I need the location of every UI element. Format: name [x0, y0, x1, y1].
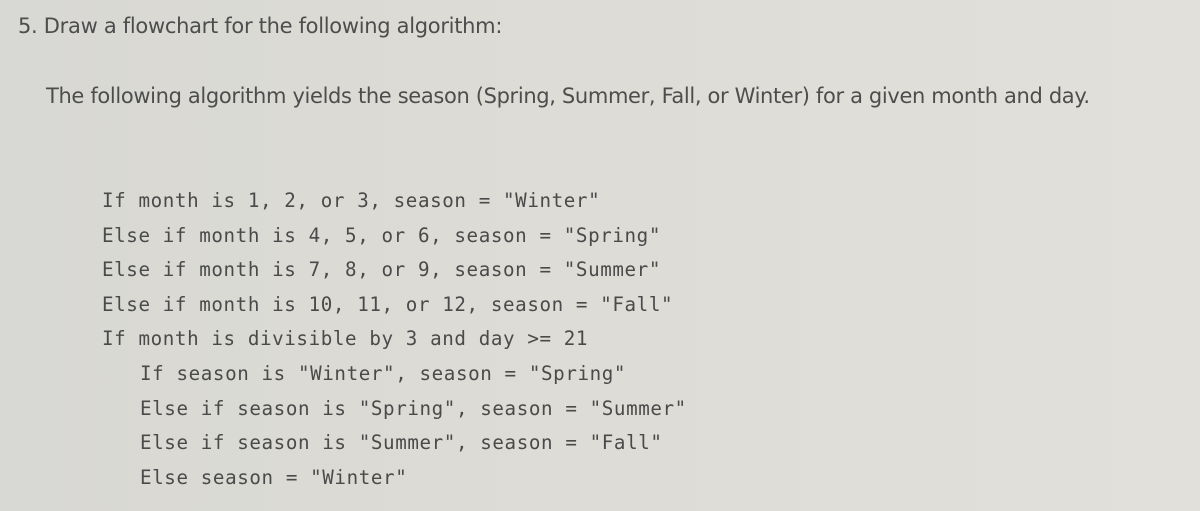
- algorithm-line-nested: If season is "Winter", season = "Spring": [140, 361, 627, 385]
- question-intro: The following algorithm yields the seaso…: [46, 84, 1090, 108]
- algorithm-line: If month is 1, 2, or 3, season = "Winter…: [102, 189, 601, 212]
- algorithm-line: Else if month is 4, 5, or 6, season = "S…: [102, 223, 661, 247]
- algorithm-line-nested: Else if season is "Spring", season = "Su…: [140, 396, 687, 420]
- algorithm-line-nested: Else season = "Winter": [140, 465, 408, 489]
- question-heading: 5. Draw a flowchart for the following al…: [18, 14, 503, 38]
- algorithm-line: Else if month is 7, 8, or 9, season = "S…: [102, 258, 661, 282]
- algorithm-code-block: If month is 1, 2, or 3, season = "Winter…: [102, 186, 687, 497]
- algorithm-line: Else if month is 10, 11, or 12, season =…: [102, 292, 674, 316]
- algorithm-line-nested: Else if season is "Summer", season = "Fa…: [140, 431, 663, 455]
- algorithm-line: If month is divisible by 3 and day >= 21: [102, 327, 589, 351]
